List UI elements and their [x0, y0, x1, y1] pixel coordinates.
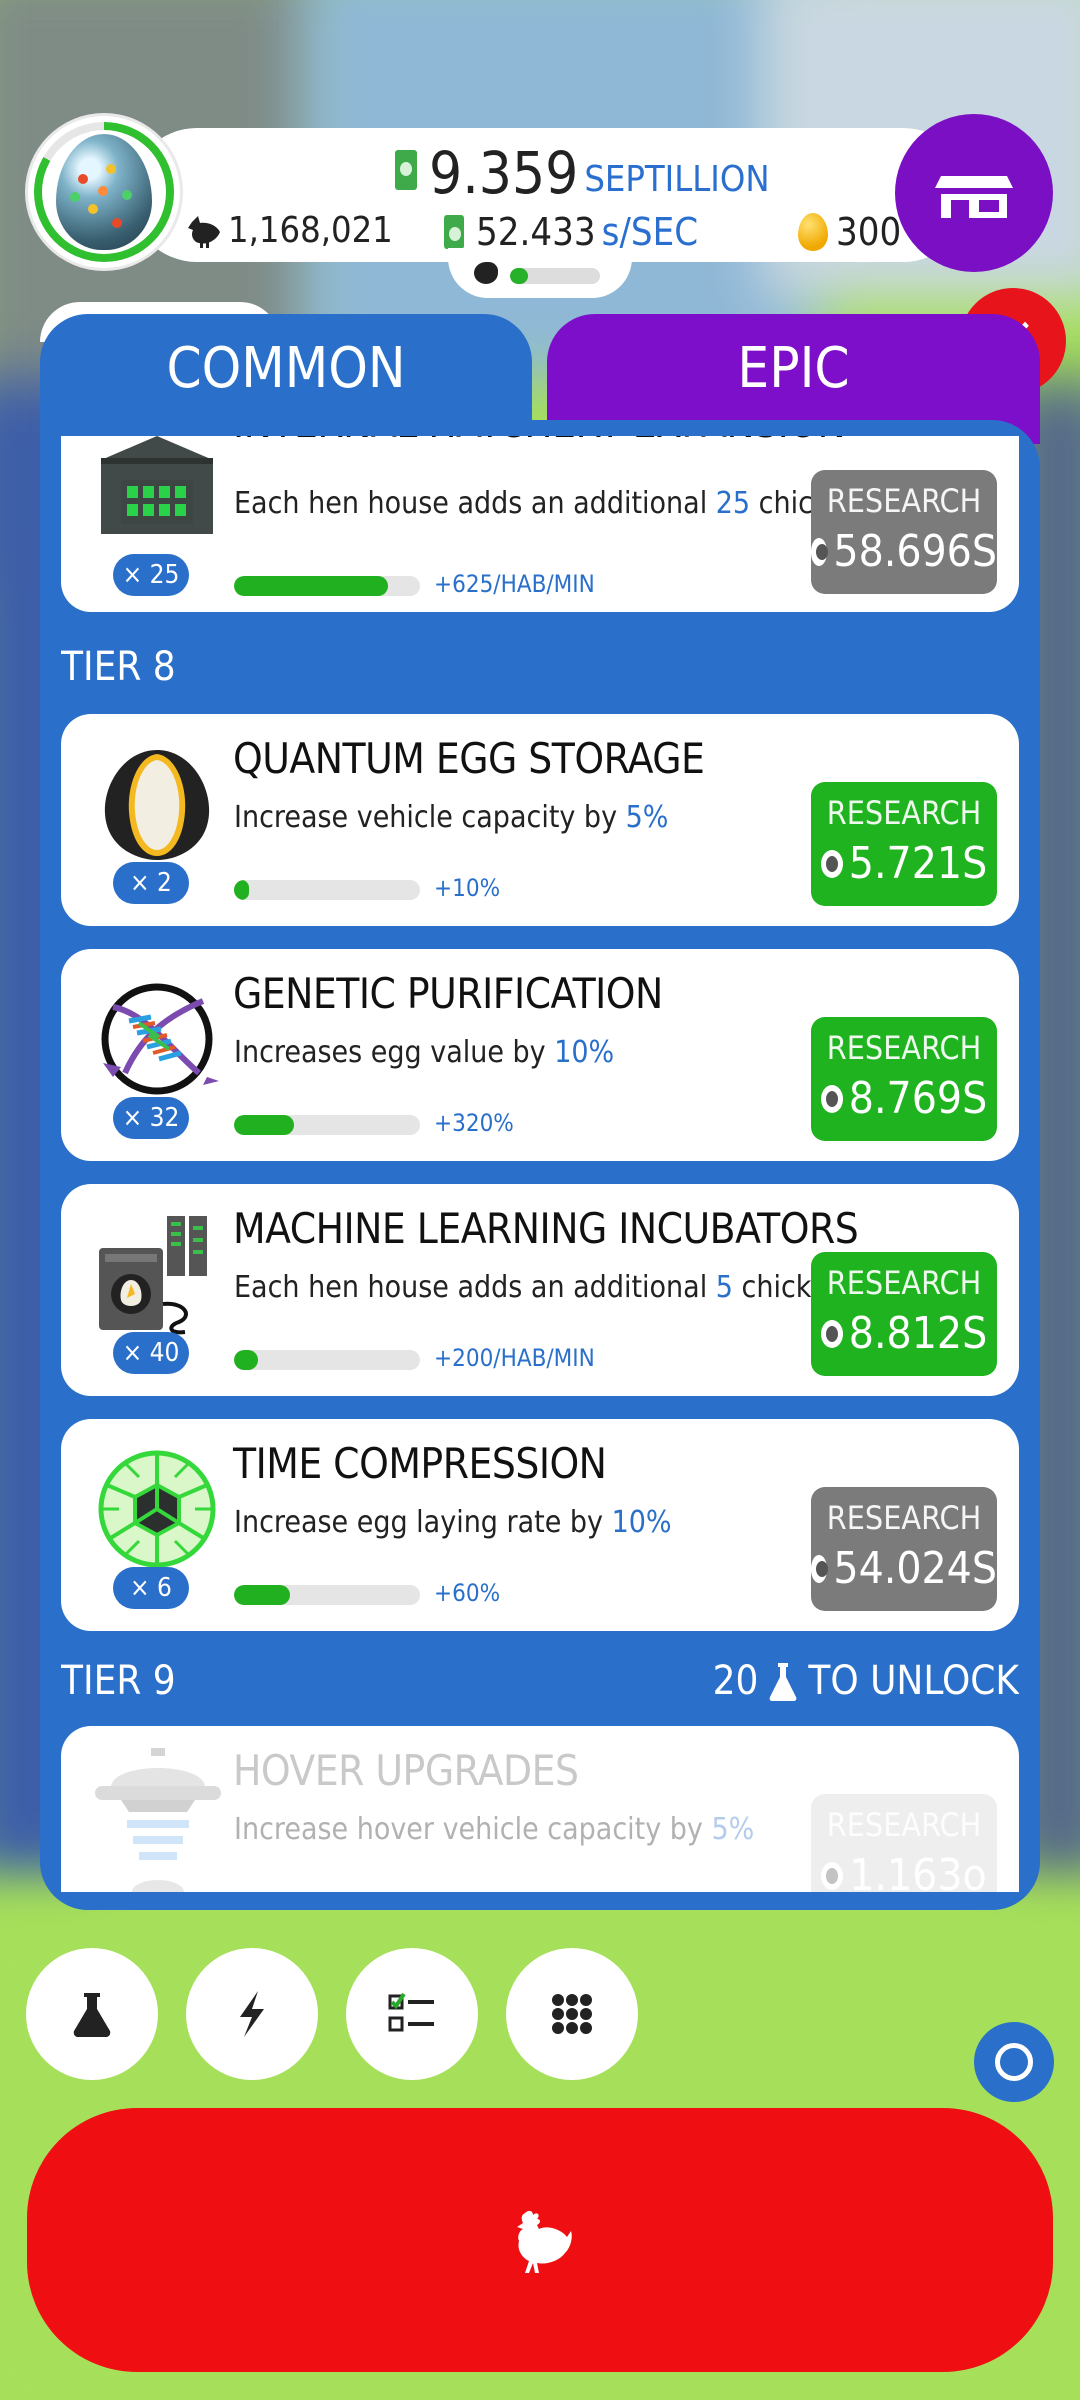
- golden-eggs: 300: [798, 210, 901, 254]
- research-title: INTERNAL HATCHERY EXPANSION: [233, 436, 846, 447]
- coin-icon: [820, 1319, 843, 1348]
- circle-icon: [995, 2043, 1033, 2081]
- checklist-icon: [388, 1992, 434, 2032]
- research-title: GENETIC PURIFICATION: [233, 969, 663, 1018]
- level-badge: × 2: [113, 862, 189, 904]
- tier-unlock-requirement: 20 TO UNLOCK: [712, 1658, 1019, 1704]
- research-desc: Increase hover vehicle capacity by 5%: [234, 1812, 755, 1847]
- research-button[interactable]: RESEARCH 54.024S: [811, 1487, 997, 1611]
- research-card-genetic-purification: × 32 GENETIC PURIFICATION Increases egg …: [61, 949, 1019, 1161]
- research-title: MACHINE LEARNING INCUBATORS: [233, 1204, 859, 1253]
- golden-eggs-value: 300: [836, 210, 902, 254]
- research-card-machine-learning-incubators: × 40 MACHINE LEARNING INCUBATORS Each he…: [61, 1184, 1019, 1396]
- research-card-time-compression: × 6 TIME COMPRESSION Increase egg laying…: [61, 1419, 1019, 1631]
- shop-button[interactable]: [895, 114, 1053, 272]
- research-gain: +10%: [434, 874, 501, 902]
- coin-icon: [820, 1084, 843, 1113]
- research-title: HOVER UPGRADES: [233, 1746, 579, 1795]
- flask-icon: [769, 1663, 797, 1701]
- research-desc: Increases egg value by 10%: [234, 1035, 615, 1070]
- research-gain: +625/HAB/MIN: [434, 570, 595, 598]
- chicken-count-value: 1,168,021: [228, 210, 393, 251]
- hatchery-icon: [95, 436, 219, 554]
- missions-button[interactable]: [346, 1948, 478, 2080]
- research-gain: +320%: [434, 1109, 514, 1137]
- research-button[interactable]: RESEARCH 8.812S: [811, 1252, 997, 1376]
- research-progress: [234, 1350, 420, 1370]
- research-progress: [234, 1115, 420, 1135]
- chicken-count: 1,168,021: [186, 210, 393, 251]
- money-value: 9.359: [429, 139, 579, 207]
- research-progress: [234, 1585, 420, 1605]
- research-button[interactable]: RESEARCH 58.696S: [811, 470, 997, 594]
- money-unit: SEPTILLION: [584, 159, 770, 200]
- coin-icon: [811, 1554, 829, 1583]
- cash-icon: [395, 150, 417, 190]
- chicken-icon: [474, 262, 498, 284]
- shop-icon: [935, 176, 1013, 218]
- research-card-hover-upgrades: HOVER UPGRADES Increase hover vehicle ca…: [61, 1726, 1019, 1892]
- research-button[interactable]: RESEARCH 8.769S: [811, 1017, 997, 1141]
- research-gain: +60%: [434, 1579, 501, 1607]
- level-badge: × 40: [113, 1332, 189, 1374]
- research-card-quantum-egg-storage: × 2 QUANTUM EGG STORAGE Increase vehicle…: [61, 714, 1019, 926]
- chicken-icon: [517, 2210, 572, 2273]
- dna-icon: [95, 977, 219, 1101]
- hab-capacity-bar: [510, 268, 600, 284]
- egg-type-button[interactable]: [28, 116, 180, 268]
- tier-9-header: TIER 9 20 TO UNLOCK: [61, 1658, 1019, 1704]
- flask-icon: [73, 1993, 111, 2037]
- boosts-button[interactable]: [186, 1948, 318, 2080]
- level-badge: × 25: [113, 554, 189, 596]
- overlay-toggle-button[interactable]: [974, 2022, 1054, 2102]
- research-title: TIME COMPRESSION: [233, 1439, 607, 1488]
- research-progress: [234, 880, 420, 900]
- menu-button[interactable]: [506, 1948, 638, 2080]
- research-desc: Increase vehicle capacity by 5%: [234, 800, 669, 835]
- quantum-egg-icon: [95, 742, 219, 866]
- money-display: 9.359 SEPTILLION: [395, 138, 770, 202]
- research-card-internal-hatchery-expansion: × 25 INTERNAL HATCHERY EXPANSION Each he…: [61, 436, 1019, 612]
- hatch-chicken-button[interactable]: [27, 2108, 1053, 2372]
- cash-icon: [444, 215, 464, 249]
- chicken-icon: [188, 215, 220, 248]
- coin-icon: [820, 849, 843, 878]
- research-menu-button[interactable]: [26, 1948, 158, 2080]
- research-button[interactable]: RESEARCH 5.721S: [811, 782, 997, 906]
- level-badge: × 32: [113, 1097, 189, 1139]
- tier-8-header: TIER 8: [61, 644, 176, 690]
- coin-icon: [811, 537, 829, 566]
- research-list[interactable]: × 25 INTERNAL HATCHERY EXPANSION Each he…: [61, 436, 1019, 1892]
- research-gain: +200/HAB/MIN: [434, 1344, 595, 1372]
- golden-egg-icon: [798, 213, 828, 251]
- buckyball-icon: [95, 1447, 219, 1571]
- grid-icon: [552, 1994, 592, 2034]
- hover-icon: [91, 1746, 225, 1892]
- research-title: QUANTUM EGG STORAGE: [233, 734, 705, 783]
- incubator-icon: [95, 1212, 219, 1336]
- level-badge: × 6: [113, 1567, 189, 1609]
- coin-icon: [821, 1861, 844, 1890]
- research-button: RESEARCH 1.163o: [811, 1794, 997, 1892]
- lightning-icon: [240, 1991, 264, 2037]
- research-desc: Increase egg laying rate by 10%: [234, 1505, 672, 1540]
- hab-capacity[interactable]: [448, 248, 632, 298]
- research-progress: [234, 576, 420, 596]
